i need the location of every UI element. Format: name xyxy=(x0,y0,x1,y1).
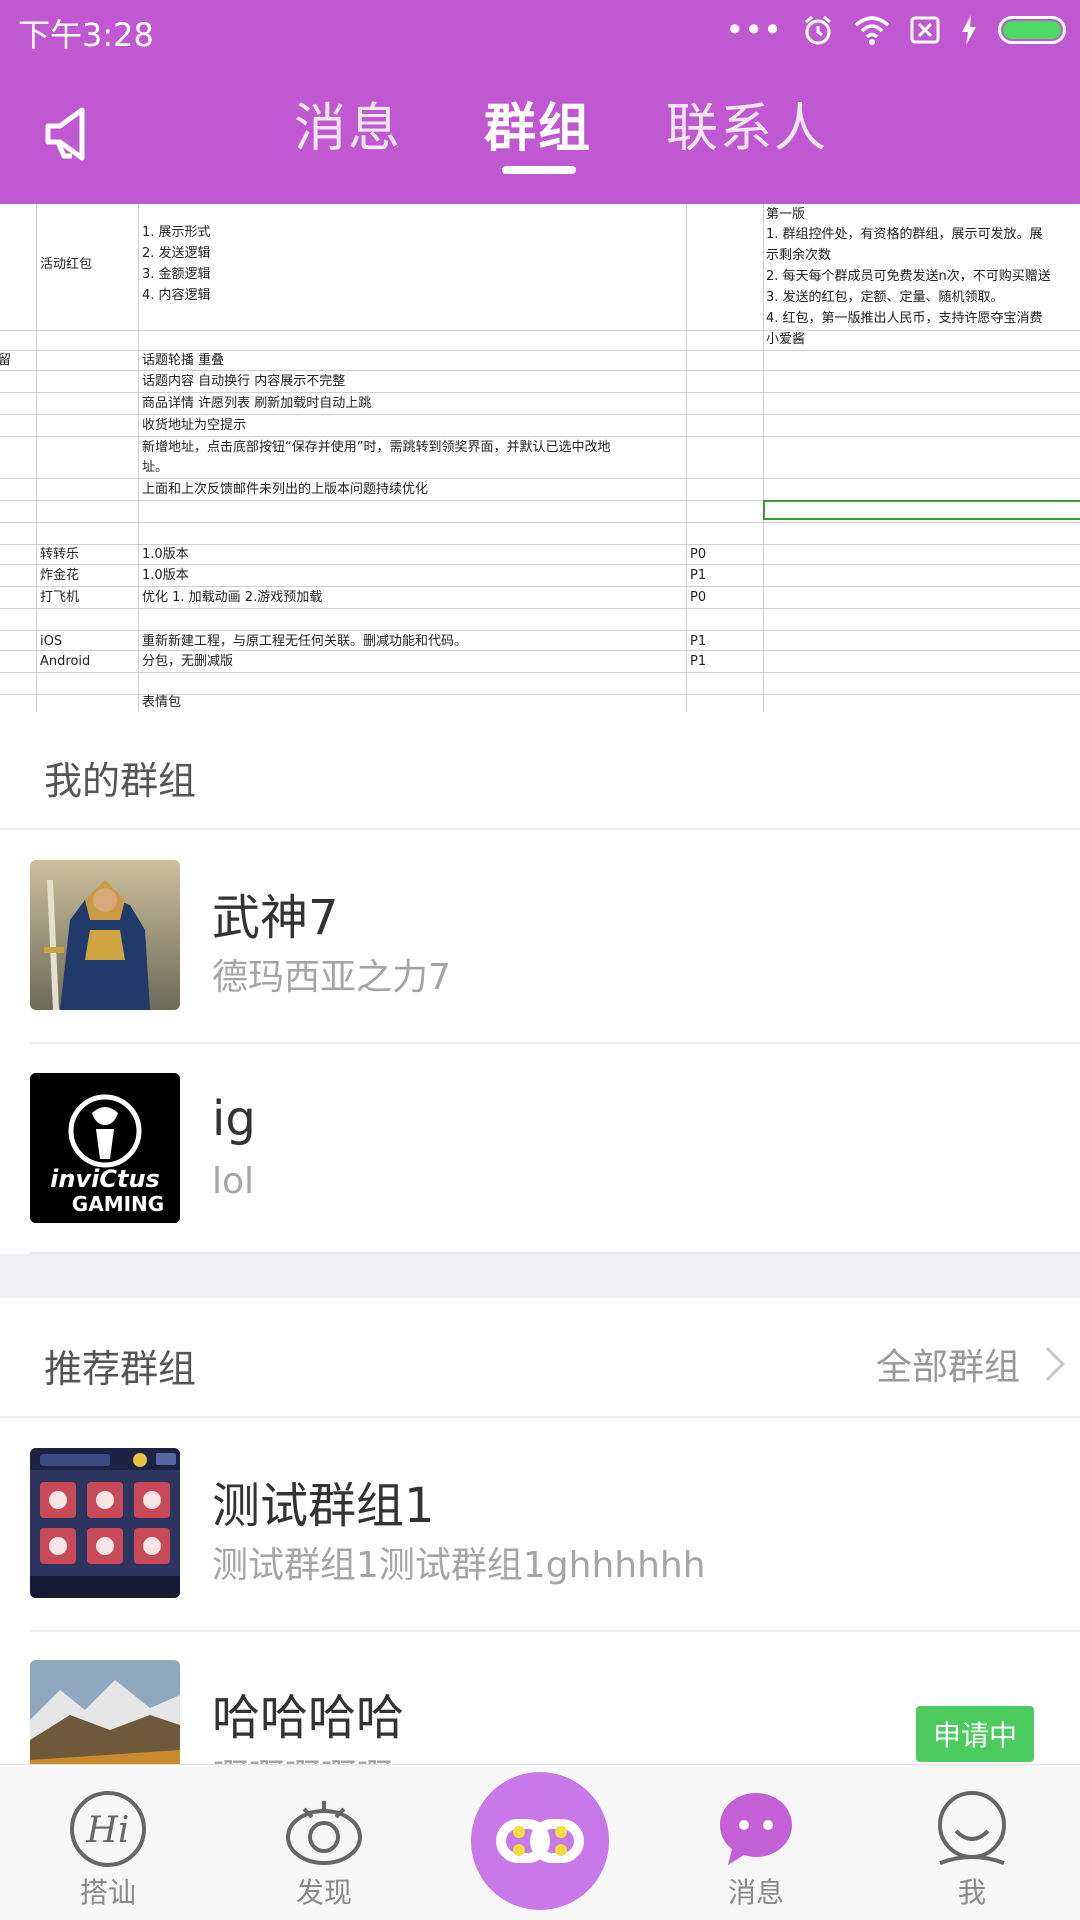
hero-avatar xyxy=(30,860,180,1010)
tab-groups[interactable]: 群组 xyxy=(484,86,592,161)
sheet-cell: P0 xyxy=(690,590,707,605)
nav-label: 消息 xyxy=(727,1876,784,1909)
sheet-cell: 新增地址，点击底部按钮“保存并使用”时，需跳转到领奖界面，并默认已选中改地 xyxy=(142,440,611,455)
sheet-cell: 炸金花 xyxy=(40,568,80,583)
group-name: ig xyxy=(212,1091,256,1147)
sheet-cell: 优化 1. 加载动画 2.游戏预加载 xyxy=(142,590,323,605)
group-item-wushen7[interactable]: 武神7 德玛西亚之力7 xyxy=(0,830,1080,1042)
chat-bubble-icon xyxy=(720,1793,792,1865)
sheet-cell: 1.0版本 xyxy=(142,568,189,583)
sheet-cell: 分包，无删减版 xyxy=(142,654,234,669)
alarm-icon xyxy=(805,15,831,45)
sheet-cell: 3. 发送的红包，定额、定量、随机领取。 xyxy=(766,290,1004,305)
mountain-avatar xyxy=(30,1660,180,1764)
group-name: 武神7 xyxy=(212,890,339,946)
sheet-selected-cell xyxy=(763,500,1080,520)
sheet-cell: 留 xyxy=(0,353,12,368)
sheet-cell: 商品详情 许愿列表 刷新加载时自动上跳 xyxy=(142,396,372,411)
see-all-groups-link[interactable]: 全部群组 xyxy=(875,1338,1065,1390)
sheet-cell: 4. 内容逻辑 xyxy=(142,288,211,303)
my-groups-title: 我的群组 xyxy=(44,759,197,803)
center-action-button[interactable] xyxy=(471,1772,609,1910)
section-separator xyxy=(0,1254,1080,1298)
link-center-icon xyxy=(496,1819,584,1863)
tab-messages[interactable]: 消息 xyxy=(294,86,402,161)
nav-item-messages[interactable]: 消息 xyxy=(676,1765,836,1920)
sheet-cell: 4. 红包，第一版推出人民币，支持许愿夺宝消费 xyxy=(766,311,1043,326)
status-icons: ••• xyxy=(725,10,1066,50)
sheet-cell: 重新新建工程，与原工程无任何关联。删减功能和代码。 xyxy=(142,634,468,649)
recommended-groups-title: 推荐群组 xyxy=(44,1347,197,1391)
chevron-right-icon xyxy=(1031,1347,1065,1381)
no-sim-icon xyxy=(910,16,940,44)
sheet-cell: 打飞机 xyxy=(40,590,80,605)
game-screenshot-avatar xyxy=(30,1448,180,1598)
sheet-cell: 表情包 xyxy=(142,695,182,710)
svg-text:Hi: Hi xyxy=(86,1810,130,1851)
sheet-cell: P1 xyxy=(690,568,707,583)
spreadsheet-banner: 活动红包 1. 展示形式 2. 发送逻辑 3. 金额逻辑 4. 内容逻辑 第一版… xyxy=(0,204,1080,712)
nav-label: 搭讪 xyxy=(79,1876,136,1909)
more-dots-icon: ••• xyxy=(725,11,782,49)
nav-label: 发现 xyxy=(295,1876,352,1909)
sheet-cell: Android xyxy=(40,654,91,669)
sheet-cell: 第一版 xyxy=(766,207,806,222)
sheet-cell: 话题轮播 重叠 xyxy=(142,353,225,368)
group-item-ig[interactable]: inviCtus GAMING ig lol xyxy=(0,1043,1080,1255)
status-time: 下午3:28 xyxy=(18,16,154,54)
nav-item-me[interactable]: 我 xyxy=(892,1765,1052,1920)
sheet-cell: P1 xyxy=(690,634,707,649)
sheet-cell: 1. 展示形式 xyxy=(142,225,211,240)
segment-tabs: 消息 群组 联系人 xyxy=(0,86,1080,186)
sheet-cell: P0 xyxy=(690,547,707,562)
sheet-cell: 2. 每天每个群成员可免费发送n次，不可购买赠送 xyxy=(766,269,1051,284)
group-item-test1[interactable]: 测试群组1 测试群组1测试群组1ghhhhhh xyxy=(0,1418,1080,1630)
sheet-cell: 3. 金额逻辑 xyxy=(142,267,211,282)
sheet-cell: 转转乐 xyxy=(40,547,80,562)
sheet-cell: 示剩余次数 xyxy=(766,248,832,263)
group-description: lol xyxy=(212,1161,255,1202)
sheet-cell: 小爱酱 xyxy=(766,332,806,347)
svg-text:inviCtus: inviCtus xyxy=(50,1165,160,1193)
nav-label: 我 xyxy=(957,1876,986,1909)
status-badge: 申请中 xyxy=(916,1706,1034,1762)
group-description: 测试群组1测试群组1ghhhhhh xyxy=(212,1545,706,1586)
sheet-cell: 1. 群组控件处，有资格的群组，展示可发放。展 xyxy=(766,227,1043,242)
charging-icon xyxy=(962,15,976,45)
tab-contacts[interactable]: 联系人 xyxy=(666,86,828,161)
sheet-cell: 2. 发送逻辑 xyxy=(142,246,211,261)
nav-item-discover[interactable]: 发现 xyxy=(244,1765,404,1920)
group-description: 德玛西亚之力7 xyxy=(212,957,451,998)
sheet-cell: 话题内容 自动换行 内容展示不完整 xyxy=(142,374,346,389)
sheet-cell: iOS xyxy=(40,634,63,649)
group-name: 哈哈哈哈 xyxy=(212,1690,405,1746)
profile-icon xyxy=(938,1791,1006,1865)
hi-icon: Hi xyxy=(70,1791,146,1867)
group-description: 啊啊啊啊啊 xyxy=(212,1748,392,1764)
see-all-label: 全部群组 xyxy=(875,1347,1020,1388)
top-app-bar: 下午3:28 ••• 消息 群组 联系人 xyxy=(0,0,1080,204)
sheet-cell: 上面和上次反馈邮件未列出的上版本问题持续优化 xyxy=(142,482,429,497)
eye-icon xyxy=(286,1801,362,1865)
battery-icon xyxy=(998,16,1066,44)
wifi-icon xyxy=(854,16,890,45)
sheet-cell: 收货地址为空提示 xyxy=(142,418,247,433)
sheet-cell: 址。 xyxy=(142,460,169,475)
sheet-cell: 活动红包 xyxy=(40,257,93,272)
active-tab-indicator xyxy=(502,166,576,174)
group-name: 测试群组1 xyxy=(212,1478,435,1534)
sheet-cell: P1 xyxy=(690,654,707,669)
invictus-gaming-logo: inviCtus GAMING xyxy=(30,1073,180,1223)
sheet-cell: 1.0版本 xyxy=(142,547,189,562)
svg-text:GAMING: GAMING xyxy=(72,1192,164,1216)
nav-item-dashan[interactable]: Hi 搭讪 xyxy=(28,1765,188,1920)
